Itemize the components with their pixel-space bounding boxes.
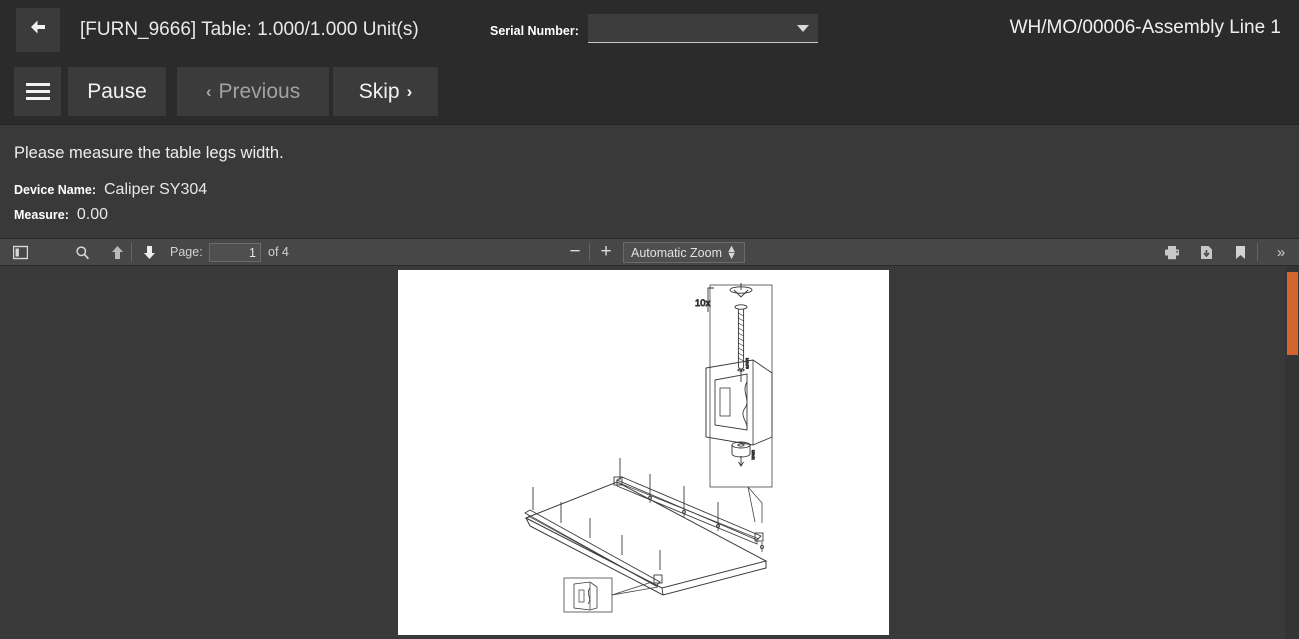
chevron-right-icon: › [407, 82, 413, 102]
measure-label: Measure: [14, 208, 69, 222]
plus-icon: + [600, 245, 611, 259]
instruction-text: Please measure the table legs width. [14, 144, 284, 163]
assembly-diagram: M6x75 M6x11 10x [398, 270, 889, 635]
double-chevron-right-icon[interactable]: » [1268, 239, 1292, 265]
menu-button[interactable] [14, 67, 61, 116]
zoom-level-select[interactable]: Automatic Zoom ▲▼ [623, 242, 745, 263]
svg-text:M6x11: M6x11 [751, 450, 755, 460]
skip-button-label: Skip [359, 80, 400, 104]
device-name-label: Device Name: [14, 183, 96, 197]
minus-icon: − [569, 245, 580, 259]
arrow-left-icon [28, 17, 48, 42]
device-name-row: Device Name: Caliper SY304 [14, 181, 207, 199]
hamburger-menu-icon [26, 79, 50, 104]
serial-number-label: Serial Number: [490, 24, 579, 43]
updown-arrows-icon: ▲▼ [726, 246, 737, 260]
vertical-scrollbar-track[interactable] [1285, 266, 1299, 639]
skip-button[interactable]: Skip › [333, 67, 438, 116]
previous-button[interactable]: ‹ Previous [177, 67, 329, 116]
order-reference: WH/MO/00006-Assembly Line 1 [1010, 17, 1281, 39]
pdf-viewer-toolbar: Page: of 4 − + Automatic Zoom ▲▼ » [0, 238, 1299, 266]
svg-text:M6x75: M6x75 [745, 358, 749, 369]
toolbar-divider [131, 243, 132, 261]
toolbar-divider [589, 243, 590, 261]
page-label: Page: [170, 245, 203, 259]
search-icon[interactable] [70, 239, 94, 265]
device-name-value: Caliper SY304 [104, 181, 207, 199]
printer-icon[interactable] [1160, 239, 1184, 265]
quantity-callout-text: 10x [695, 298, 711, 309]
page-number-input[interactable] [209, 243, 261, 262]
measure-row: Measure: 0.00 [14, 206, 108, 224]
serial-number-select[interactable] [588, 14, 818, 43]
vertical-scrollbar-thumb[interactable] [1287, 272, 1298, 355]
next-page-icon[interactable] [137, 239, 161, 265]
top-header-bar: [FURN_9666] Table: 1.000/1.000 Unit(s) S… [0, 0, 1299, 59]
previous-button-label: Previous [218, 80, 300, 104]
zoom-level-value: Automatic Zoom [631, 246, 722, 260]
pause-button[interactable]: Pause [68, 67, 166, 116]
zoom-in-button[interactable]: + [594, 239, 618, 265]
previous-page-icon[interactable] [105, 239, 129, 265]
chevron-down-icon [797, 25, 809, 32]
page-title: [FURN_9666] Table: 1.000/1.000 Unit(s) [80, 19, 419, 41]
chevron-left-icon: ‹ [206, 82, 212, 102]
page-total-label: of 4 [268, 245, 289, 259]
instruction-panel: Please measure the table legs width. Dev… [0, 124, 1299, 238]
sidebar-toggle-icon[interactable] [8, 239, 32, 265]
bookmark-icon[interactable] [1228, 239, 1252, 265]
pdf-page-canvas: M6x75 M6x11 10x [398, 270, 889, 635]
measure-value: 0.00 [77, 206, 108, 224]
action-toolbar: Pause ‹ Previous Skip › TAKE MEASURE VAL… [0, 59, 1299, 124]
back-button[interactable] [16, 8, 60, 52]
download-icon[interactable] [1194, 239, 1218, 265]
pdf-viewer-area[interactable]: M6x75 M6x11 10x [0, 266, 1299, 639]
toolbar-divider [1257, 243, 1258, 261]
serial-number-group: Serial Number: [490, 14, 818, 43]
zoom-out-button[interactable]: − [563, 239, 587, 265]
